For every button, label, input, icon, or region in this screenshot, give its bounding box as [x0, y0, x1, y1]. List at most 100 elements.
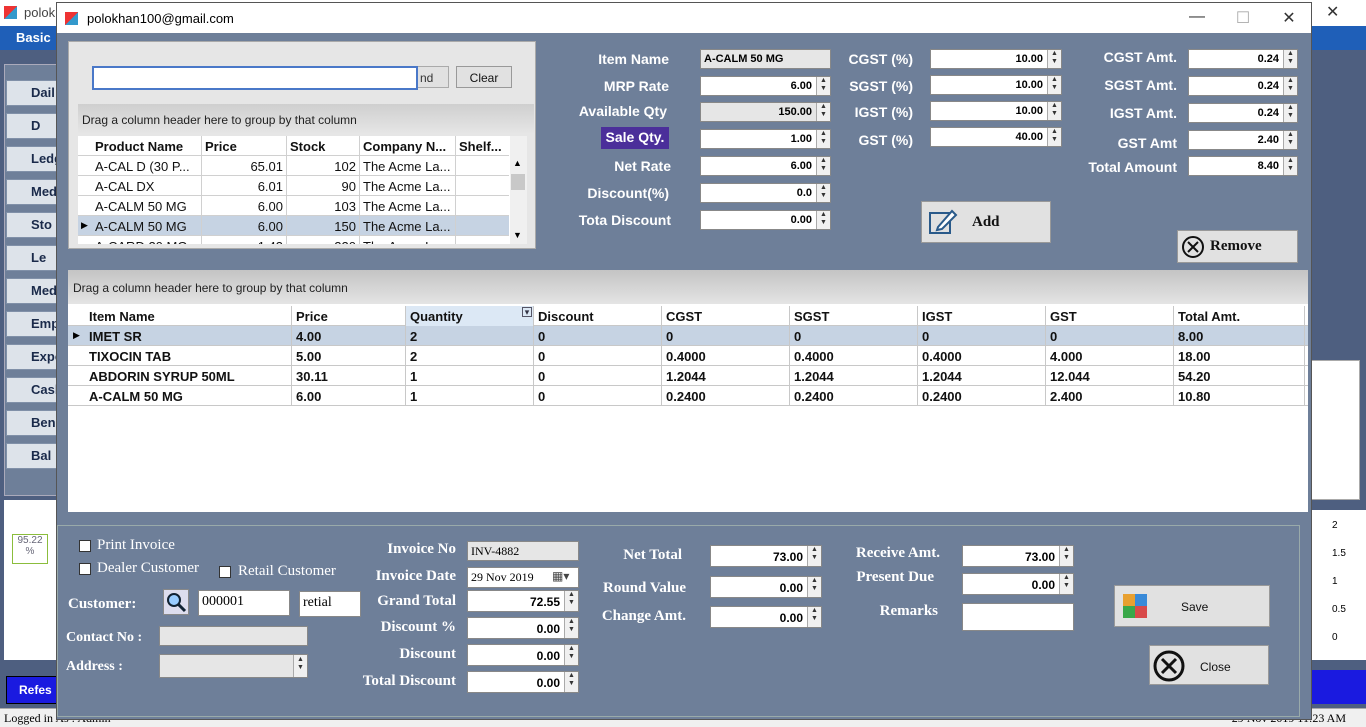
spin-icon[interactable]: ▲ ▼ [1047, 76, 1061, 94]
side-nav-button[interactable]: Med [6, 179, 58, 205]
net-rate-field[interactable]: 6.00 ▲ ▼ [700, 156, 831, 176]
maximize-icon[interactable]: ☐ [1220, 3, 1266, 33]
scroll-down-icon[interactable]: ▼ [513, 230, 522, 240]
spin-icon[interactable]: ▲ ▼ [807, 607, 821, 627]
spin-icon[interactable]: ▲ ▼ [816, 157, 830, 175]
cart-col-header[interactable]: IGST [918, 306, 1046, 326]
spin-icon[interactable]: ▲ ▼ [1283, 157, 1297, 175]
filter-icon[interactable]: ▾ [522, 307, 532, 317]
total-amount-field[interactable]: 8.40 ▲ ▼ [1188, 156, 1298, 176]
retail-customer-checkbox[interactable] [219, 566, 231, 578]
product-search-input[interactable] [92, 66, 418, 90]
spin-icon[interactable]: ▲ ▼ [816, 184, 830, 202]
product-row[interactable]: A-CAL D (30 P... 65.01 102 The Acme La... [78, 156, 513, 176]
main-close-icon[interactable]: ✕ [1326, 2, 1339, 22]
igst-amt-field[interactable]: 0.24 ▲ ▼ [1188, 103, 1298, 123]
cart-row[interactable]: A-CALM 50 MG 6.00 1 0 0.2400 0.2400 0.2400 2.40… [68, 386, 1308, 406]
spin-icon[interactable]: ▲ ▼ [816, 211, 830, 229]
spin-icon[interactable]: ▲ ▼ [564, 591, 578, 611]
product-col-header[interactable]: Stock [287, 136, 360, 156]
cart-row[interactable]: TIXOCIN TAB 5.00 2 0 0.4000 0.4000 0.4000 4.000… [68, 346, 1308, 366]
add-button[interactable]: Add [921, 201, 1051, 243]
product-row[interactable]: A-CARD 20 MG1.43220The Acme La... [78, 236, 513, 244]
calendar-icon[interactable]: ▦▾ [552, 569, 569, 584]
cart-col-header[interactable]: Discount [534, 306, 662, 326]
invoice-no-field[interactable]: INV-4882 [467, 541, 579, 561]
spin-icon[interactable]: ▲ ▼ [1059, 546, 1073, 566]
side-nav-button[interactable]: Empl [6, 311, 58, 337]
product-row[interactable]: A-CAL DX 6.01 90 The Acme La... [78, 176, 513, 196]
receive-amt-field[interactable]: 73.00 ▲ ▼ [962, 545, 1074, 567]
product-col-header[interactable]: Shelf... [456, 136, 513, 156]
product-col-header[interactable]: Company N... [360, 136, 456, 156]
sgst-field[interactable]: 10.00 ▲ ▼ [930, 75, 1062, 95]
present-due-field[interactable]: 0.00 ▲ ▼ [962, 573, 1074, 595]
spin-icon[interactable]: ▲ ▼ [293, 655, 307, 677]
spin-icon[interactable]: ▲ ▼ [1059, 574, 1073, 594]
product-grid-scrollbar[interactable]: ▲ ▼ [510, 136, 527, 244]
contact-field[interactable] [159, 626, 308, 646]
side-nav-button[interactable]: Medic [6, 278, 58, 304]
spin-icon[interactable]: ▲ ▼ [816, 103, 830, 121]
discount-field-bottom[interactable]: 0.00 ▲ ▼ [467, 644, 579, 666]
side-nav-button[interactable]: Expe [6, 344, 58, 370]
spin-icon[interactable]: ▲ ▼ [1283, 104, 1297, 122]
change-amt-field[interactable]: 0.00 ▲ ▼ [710, 606, 822, 628]
side-nav-button[interactable]: Ben [6, 410, 58, 436]
cart-col-header[interactable]: Quantity [406, 306, 534, 326]
spin-icon[interactable]: ▲ ▼ [564, 672, 578, 692]
dealer-customer-checkbox[interactable] [79, 563, 91, 575]
discount-pct-field[interactable]: 0.0 ▲ ▼ [700, 183, 831, 203]
side-nav-button[interactable]: Bal [6, 443, 58, 469]
address-field[interactable]: ▲ ▼ [159, 654, 308, 678]
spin-icon[interactable]: ▲ ▼ [1283, 77, 1297, 95]
cart-grid[interactable]: Drag a column header here to group by th… [68, 270, 1308, 512]
cgst-field[interactable]: 10.00 ▲ ▼ [930, 49, 1062, 69]
invoice-date-field[interactable]: 29 Nov 2019 ▦▾ [467, 567, 579, 588]
remove-button[interactable]: Remove [1177, 230, 1298, 263]
find-button[interactable]: nd [417, 66, 449, 88]
product-col-header[interactable]: Product Name [92, 136, 202, 156]
sale-qty-field[interactable]: 1.00 ▲ ▼ [700, 129, 831, 149]
cart-col-header[interactable]: Total Amt. [1174, 306, 1305, 326]
print-invoice-checkbox[interactable] [79, 540, 91, 552]
remarks-field[interactable] [962, 603, 1074, 631]
side-nav-button[interactable]: Ledge [6, 146, 58, 172]
clear-button[interactable]: Clear [456, 66, 512, 88]
spin-icon[interactable]: ▲ ▼ [1283, 50, 1297, 68]
sgst-amt-field[interactable]: 0.24 ▲ ▼ [1188, 76, 1298, 96]
menu-basic[interactable]: Basic [16, 30, 51, 45]
spin-icon[interactable]: ▲ ▼ [807, 577, 821, 597]
spin-icon[interactable]: ▲ ▼ [1283, 131, 1297, 149]
spin-icon[interactable]: ▲ ▼ [816, 130, 830, 148]
item-name-field[interactable]: A-CALM 50 MG [700, 49, 831, 69]
customer-id-field[interactable]: 000001 [198, 590, 290, 616]
scroll-thumb[interactable] [511, 174, 525, 190]
cart-col-header[interactable]: GST [1046, 306, 1174, 326]
total-discount-field-bottom[interactable]: 0.00 ▲ ▼ [467, 671, 579, 693]
gst-amt-field[interactable]: 2.40 ▲ ▼ [1188, 130, 1298, 150]
discount-pct-field-bottom[interactable]: 0.00 ▲ ▼ [467, 617, 579, 639]
side-nav-button[interactable]: D [6, 113, 58, 139]
spin-icon[interactable]: ▲ ▼ [1047, 128, 1061, 146]
spin-icon[interactable]: ▲ ▼ [807, 546, 821, 566]
gst-field[interactable]: 40.00 ▲ ▼ [930, 127, 1062, 147]
side-nav-button[interactable]: Cash [6, 377, 58, 403]
refresh-button[interactable]: Refes [6, 676, 58, 704]
product-row[interactable]: A-CALM 50 MG 6.00 103 The Acme La... [78, 196, 513, 216]
cart-col-header[interactable]: CGST [662, 306, 790, 326]
spin-icon[interactable]: ▲ ▼ [1047, 102, 1061, 120]
spin-icon[interactable]: ▲ ▼ [1047, 50, 1061, 68]
cart-row[interactable]: ▶ IMET SR 4.00 2 0 0 0 0 0 8.00 [68, 326, 1308, 346]
net-total-field[interactable]: 73.00 ▲ ▼ [710, 545, 822, 567]
close-icon[interactable]: ✕ [1266, 3, 1312, 33]
cart-col-header[interactable]: Item Name [85, 306, 292, 326]
product-grid[interactable]: Product Name Price Stock Company N... Shelf.… [78, 136, 520, 244]
scroll-up-icon[interactable]: ▲ [513, 158, 522, 168]
spin-icon[interactable]: ▲ ▼ [564, 645, 578, 665]
cgst-amt-field[interactable]: 0.24 ▲ ▼ [1188, 49, 1298, 69]
product-col-header[interactable]: Price [202, 136, 287, 156]
spin-icon[interactable]: ▲ ▼ [564, 618, 578, 638]
cart-col-header[interactable]: Price [292, 306, 406, 326]
side-nav-button[interactable]: Le [6, 245, 58, 271]
